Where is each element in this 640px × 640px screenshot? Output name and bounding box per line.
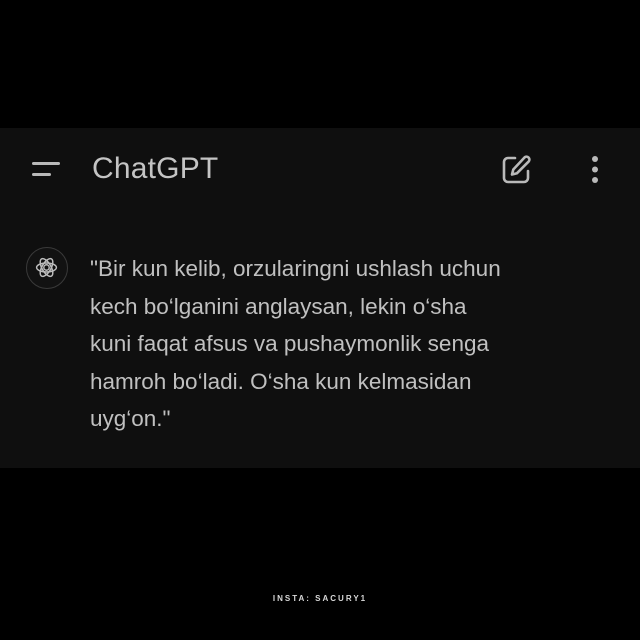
more-vertical-icon[interactable] <box>580 152 610 188</box>
menu-line-bottom <box>32 173 51 176</box>
openai-logo-icon <box>26 247 68 289</box>
menu-line-top <box>32 162 60 165</box>
app-title: ChatGPT <box>92 152 219 185</box>
edit-icon[interactable] <box>498 152 534 188</box>
hamburger-menu-icon[interactable] <box>26 155 66 185</box>
watermark-text: INSTA: SACURY1 <box>272 594 368 603</box>
assistant-message-text: "Bir kun kelib, orzularingni ushlash uch… <box>90 256 501 431</box>
